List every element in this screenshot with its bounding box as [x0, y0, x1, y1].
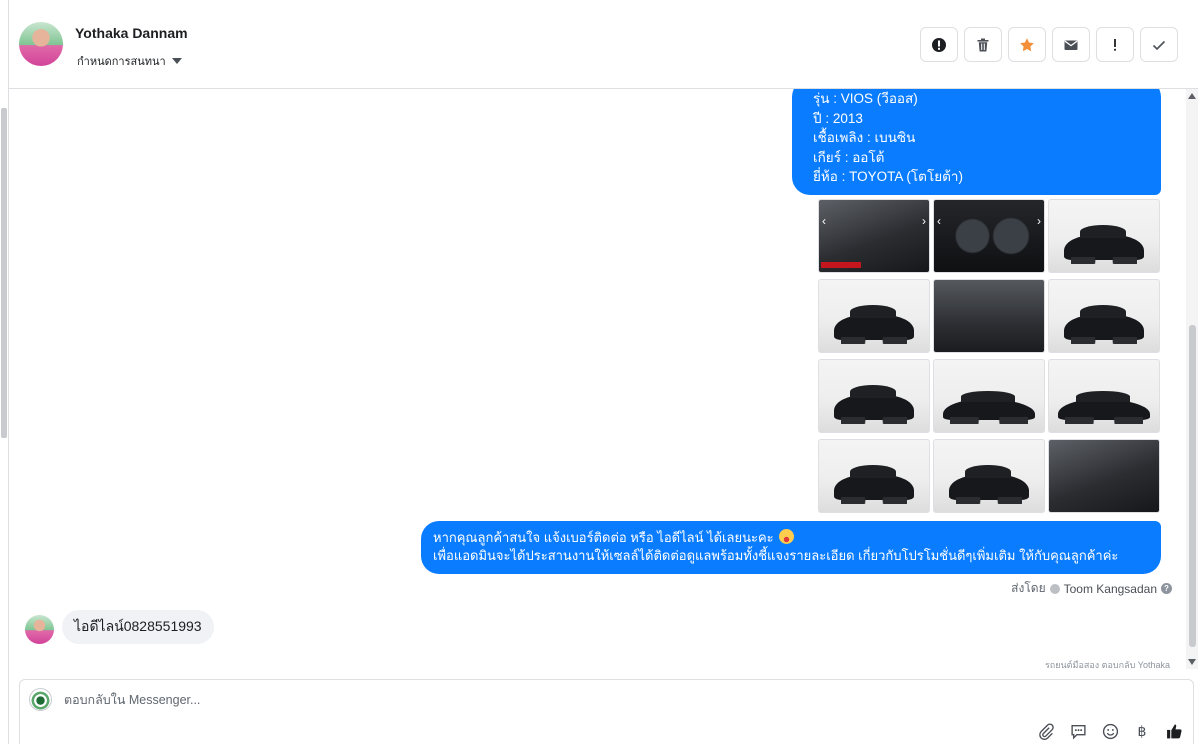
verified-badge-icon	[1049, 583, 1060, 594]
car-spec-fuel: เชื้อเพลิง : เบนซิน	[813, 130, 916, 145]
checkmark-icon	[1152, 40, 1166, 50]
car-photo[interactable]	[933, 359, 1045, 433]
reply-composer: ฿	[19, 679, 1194, 744]
car-silhouette	[949, 464, 1029, 505]
car-spec-model: รุ่น : VIOS (วีออส)	[813, 91, 918, 106]
car-photo[interactable]: ‹ ›	[933, 199, 1045, 273]
car-spec-message[interactable]: รุ่น : VIOS (วีออส) ปี : 2013 เชื้อเพลิง…	[792, 89, 1161, 195]
payment-button[interactable]: ฿	[1133, 722, 1151, 740]
star-icon	[1020, 37, 1034, 51]
caret-down-icon	[171, 58, 182, 64]
incoming-avatar[interactable]	[25, 615, 54, 644]
car-photo[interactable]	[1048, 359, 1160, 433]
chevron-left-icon: ‹	[822, 214, 826, 228]
chevron-left-icon: ‹	[937, 214, 941, 228]
heart-eyes-emoji-icon	[779, 529, 795, 544]
chevron-right-icon: ›	[1037, 214, 1041, 228]
car-silhouette	[942, 390, 1036, 424]
composer-tools: ฿	[1037, 722, 1183, 740]
promo-message[interactable]: หากคุณลูกค้าสนใจ แจ้งเบอร์ติดต่อ หรือ ไอ…	[421, 521, 1161, 574]
thread-scrollbar[interactable]	[1186, 89, 1198, 669]
car-silhouette	[1064, 304, 1144, 345]
car-silhouette	[834, 304, 914, 345]
conversation-stage-label: กำหนดการสนทนา	[77, 56, 166, 68]
car-photo[interactable]	[818, 279, 930, 353]
left-rail	[0, 0, 9, 744]
contact-name[interactable]: Yothaka Dannam	[75, 25, 188, 41]
conversation-stage-dropdown[interactable]: กำหนดการสนทนา	[77, 52, 182, 70]
seat-stitch-decoration	[821, 262, 861, 268]
envelope-icon	[1064, 40, 1078, 50]
saved-replies-icon	[1070, 724, 1086, 740]
mark-unread-button[interactable]	[1052, 27, 1090, 62]
thread-scroll-thumb[interactable]	[1189, 325, 1196, 647]
attach-button[interactable]	[1037, 722, 1055, 740]
header-actions	[920, 27, 1178, 62]
alert-circle-icon	[932, 37, 946, 52]
thumbs-up-icon	[1166, 724, 1182, 738]
car-photo[interactable]	[933, 279, 1045, 353]
exclamation-icon	[1114, 38, 1116, 51]
trash-icon	[977, 38, 989, 51]
car-photo[interactable]	[933, 439, 1045, 513]
car-photo[interactable]	[1048, 279, 1160, 353]
scroll-down-arrow-icon[interactable]	[1188, 659, 1196, 665]
like-button[interactable]	[1165, 722, 1183, 740]
scroll-up-arrow-icon[interactable]	[1188, 93, 1196, 99]
delete-button[interactable]	[964, 27, 1002, 62]
car-silhouette	[834, 384, 914, 425]
car-spec-gear: เกียร์ : ออโต้	[813, 149, 885, 165]
page-avatar	[29, 688, 52, 711]
mark-spam-button[interactable]	[920, 27, 958, 62]
emoji-icon	[1102, 723, 1118, 739]
message-thread[interactable]: รุ่น : VIOS (วีออส) ปี : 2013 เชื้อเพลิง…	[9, 89, 1198, 669]
mark-done-button[interactable]	[1140, 27, 1178, 62]
sent-by-line: ส่งโดย Toom Kangsadan ?	[1011, 579, 1172, 598]
star-button[interactable]	[1008, 27, 1046, 62]
car-silhouette	[1057, 390, 1151, 424]
car-photo[interactable]: ‹ ›	[818, 199, 930, 273]
paperclip-icon	[1038, 723, 1054, 740]
car-spec-year: ปี : 2013	[813, 110, 863, 126]
car-silhouette	[834, 464, 914, 505]
car-spec-brand: ยี่ห้อ : TOYOTA (โตโยต้า)	[813, 169, 963, 184]
baht-icon: ฿	[1137, 722, 1147, 739]
sent-by-label: ส่งโดย	[1011, 581, 1046, 595]
help-icon[interactable]: ?	[1161, 583, 1172, 594]
car-photo[interactable]	[1048, 199, 1160, 273]
sender-name[interactable]: Toom Kangsadan	[1064, 582, 1157, 596]
chevron-right-icon: ›	[922, 214, 926, 228]
conversation-header: Yothaka Dannam กำหนดการสนทนา	[9, 0, 1198, 89]
promo-line-2: เพื่อแอดมินจะได้ประสานงานให้เซลล์ได้ติดต…	[433, 548, 1119, 563]
left-rail-scroll-thumb[interactable]	[1, 108, 7, 438]
saved-replies-button[interactable]	[1069, 722, 1087, 740]
reply-status-note: รถยนต์มือสอง ตอบกลับ Yothaka	[1044, 660, 1170, 669]
car-photo-gallery: ‹ › ‹ ›	[818, 199, 1160, 513]
car-photo[interactable]	[818, 439, 930, 513]
reply-input[interactable]	[64, 688, 864, 712]
car-photo[interactable]	[1048, 439, 1160, 513]
follow-up-button[interactable]	[1096, 27, 1134, 62]
promo-line-1: หากคุณลูกค้าสนใจ แจ้งเบอร์ติดต่อ หรือ ไอ…	[433, 529, 1161, 547]
car-silhouette	[1064, 224, 1144, 265]
incoming-message[interactable]: ไอดีไลน์0828551993	[62, 610, 214, 644]
contact-avatar[interactable]	[19, 22, 63, 66]
emoji-button[interactable]	[1101, 722, 1119, 740]
car-photo[interactable]	[818, 359, 930, 433]
